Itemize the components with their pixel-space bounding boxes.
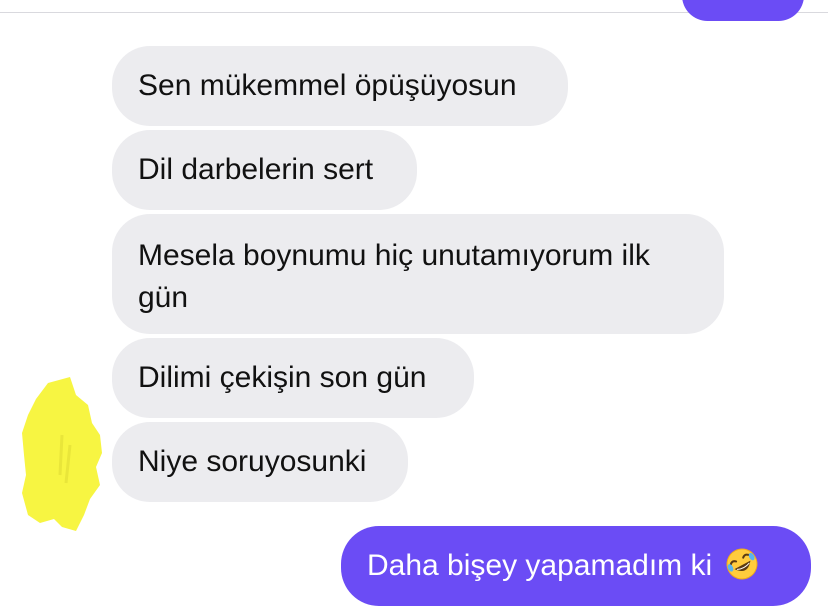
message-text: Sen mükemmel öpüşüyosun	[138, 69, 517, 102]
message-text: Dilimi çekişin son gün	[138, 361, 427, 394]
received-message-bubble[interactable]: Sen mükemmel öpüşüyosun	[112, 46, 568, 126]
received-message-bubble[interactable]: Niye soruyosunki	[112, 422, 408, 502]
message-text: Dil darbelerin sert	[138, 153, 374, 186]
received-message-bubble[interactable]: Dilimi çekişin son gün	[112, 338, 474, 418]
sent-message-bubble-partial[interactable]	[682, 0, 804, 21]
message-text: Niye soruyosunki	[138, 445, 367, 478]
message-text: Daha bişey yapamadım ki	[367, 549, 713, 582]
sent-message-bubble[interactable]: Daha bişey yapamadım ki	[341, 526, 811, 606]
received-message-bubble[interactable]: Mesela boynumu hiç unutamıyorum ilk gün	[112, 214, 724, 334]
rolling-on-floor-laughing-emoji-icon	[726, 548, 758, 580]
yellow-highlighter-mark	[22, 377, 102, 531]
received-message-bubble[interactable]: Dil darbelerin sert	[112, 130, 417, 210]
message-text: Mesela boynumu hiç unutamıyorum ilk gün	[138, 239, 650, 314]
